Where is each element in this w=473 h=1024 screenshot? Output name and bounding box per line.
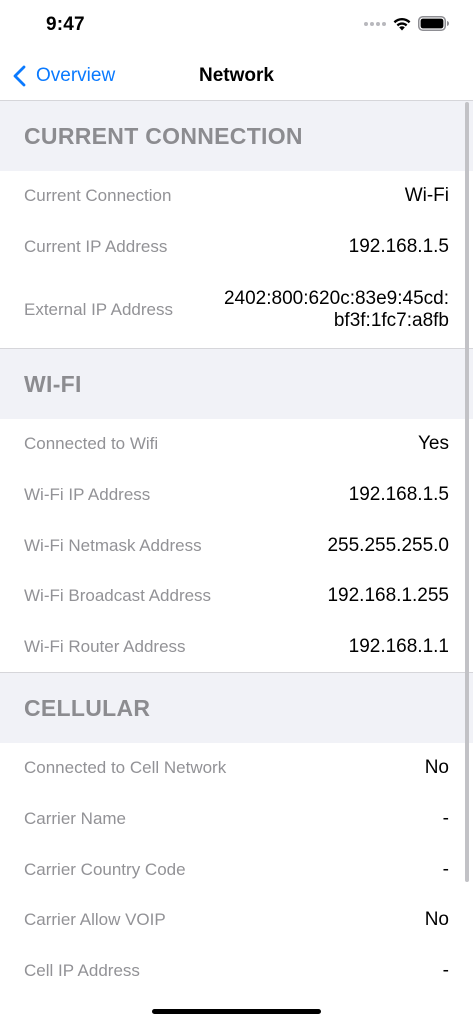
row-label: Cell IP Address <box>24 960 140 980</box>
row-carrier-allow-voip: Carrier Allow VOIP No <box>0 894 473 946</box>
row-label: Wi-Fi Broadcast Address <box>24 586 212 606</box>
row-value: Wi-Fi <box>404 185 449 207</box>
row-connected-to-wifi: Connected to Wifi Yes <box>0 419 473 470</box>
row-value: 192.168.1.5 <box>348 235 449 257</box>
row-label: Wi-Fi IP Address <box>24 485 151 505</box>
row-value: Yes <box>418 433 449 455</box>
row-label: Current IP Address <box>24 236 168 256</box>
row-label: External IP Address <box>24 300 173 320</box>
row-value: - <box>442 959 449 981</box>
row-cell-ip-address: Cell IP Address - <box>0 945 473 997</box>
row-value-line-1: 2402:800:620c:83e9:45cd: <box>223 288 449 310</box>
row-value: 192.168.1.1 <box>348 635 449 657</box>
row-label: Carrier Country Code <box>24 859 186 879</box>
row-current-connection: Current Connection Wi-Fi <box>0 171 473 222</box>
row-value: 255.255.255.0 <box>327 534 449 556</box>
network-screen: 9:47 Overview Network CURRENT CONNECTION <box>0 0 473 1024</box>
row-wifi-ip-address: Wi-Fi IP Address 192.168.1.5 <box>0 469 473 521</box>
row-label: Wi-Fi Netmask Address <box>24 535 202 555</box>
network-info-list[interactable]: CURRENT CONNECTION Current Connection Wi… <box>0 101 473 1024</box>
signal-dots-icon <box>364 22 388 30</box>
home-indicator[interactable] <box>152 1009 321 1014</box>
row-external-ip-address: External IP Address 2402:800:620c:83e9:4… <box>0 272 473 349</box>
row-connected-to-cell-network: Connected to Cell Network No <box>0 743 473 794</box>
row-label: Carrier Name <box>24 809 127 829</box>
row-label: Connected to Wifi <box>24 434 159 454</box>
row-label: Carrier Allow VOIP <box>24 910 166 930</box>
row-carrier-country-code: Carrier Country Code - <box>0 844 473 895</box>
row-value: 192.168.1.255 <box>327 585 449 607</box>
row-label: Connected to Cell Network <box>24 758 227 778</box>
status-bar: 9:47 <box>0 0 473 52</box>
section-header-current-connection: CURRENT CONNECTION <box>0 101 473 171</box>
row-current-ip-address: Current IP Address 192.168.1.5 <box>0 221 473 273</box>
row-wifi-netmask-address: Wi-Fi Netmask Address 255.255.255.0 <box>0 520 473 571</box>
row-wifi-router-address: Wi-Fi Router Address 192.168.1.1 <box>0 621 473 673</box>
row-wifi-broadcast-address: Wi-Fi Broadcast Address 192.168.1.255 <box>0 570 473 622</box>
row-value-line-2: bf3f:1fc7:a8fb <box>333 310 449 332</box>
row-label: Wi-Fi Router Address <box>24 636 186 656</box>
row-value: No <box>424 909 449 931</box>
scroll-indicator[interactable] <box>465 102 469 882</box>
section-header-wifi: WI-FI <box>0 349 473 420</box>
navigation-bar: Overview Network <box>0 52 473 101</box>
row-value: No <box>424 757 449 779</box>
row-carrier-name: Carrier Name - <box>0 793 473 845</box>
row-value: - <box>442 808 449 830</box>
page-title: Network <box>199 65 274 86</box>
row-value: - <box>442 858 449 880</box>
row-value: 2402:800:620c:83e9:45cd: bf3f:1fc7:a8fb <box>224 288 449 332</box>
row-label: Current Connection <box>24 186 172 206</box>
section-header-cellular: CELLULAR <box>0 673 473 744</box>
status-time: 9:47 <box>46 14 85 35</box>
battery-icon <box>418 16 449 31</box>
row-value: 192.168.1.5 <box>348 484 449 506</box>
wifi-icon <box>393 17 411 31</box>
